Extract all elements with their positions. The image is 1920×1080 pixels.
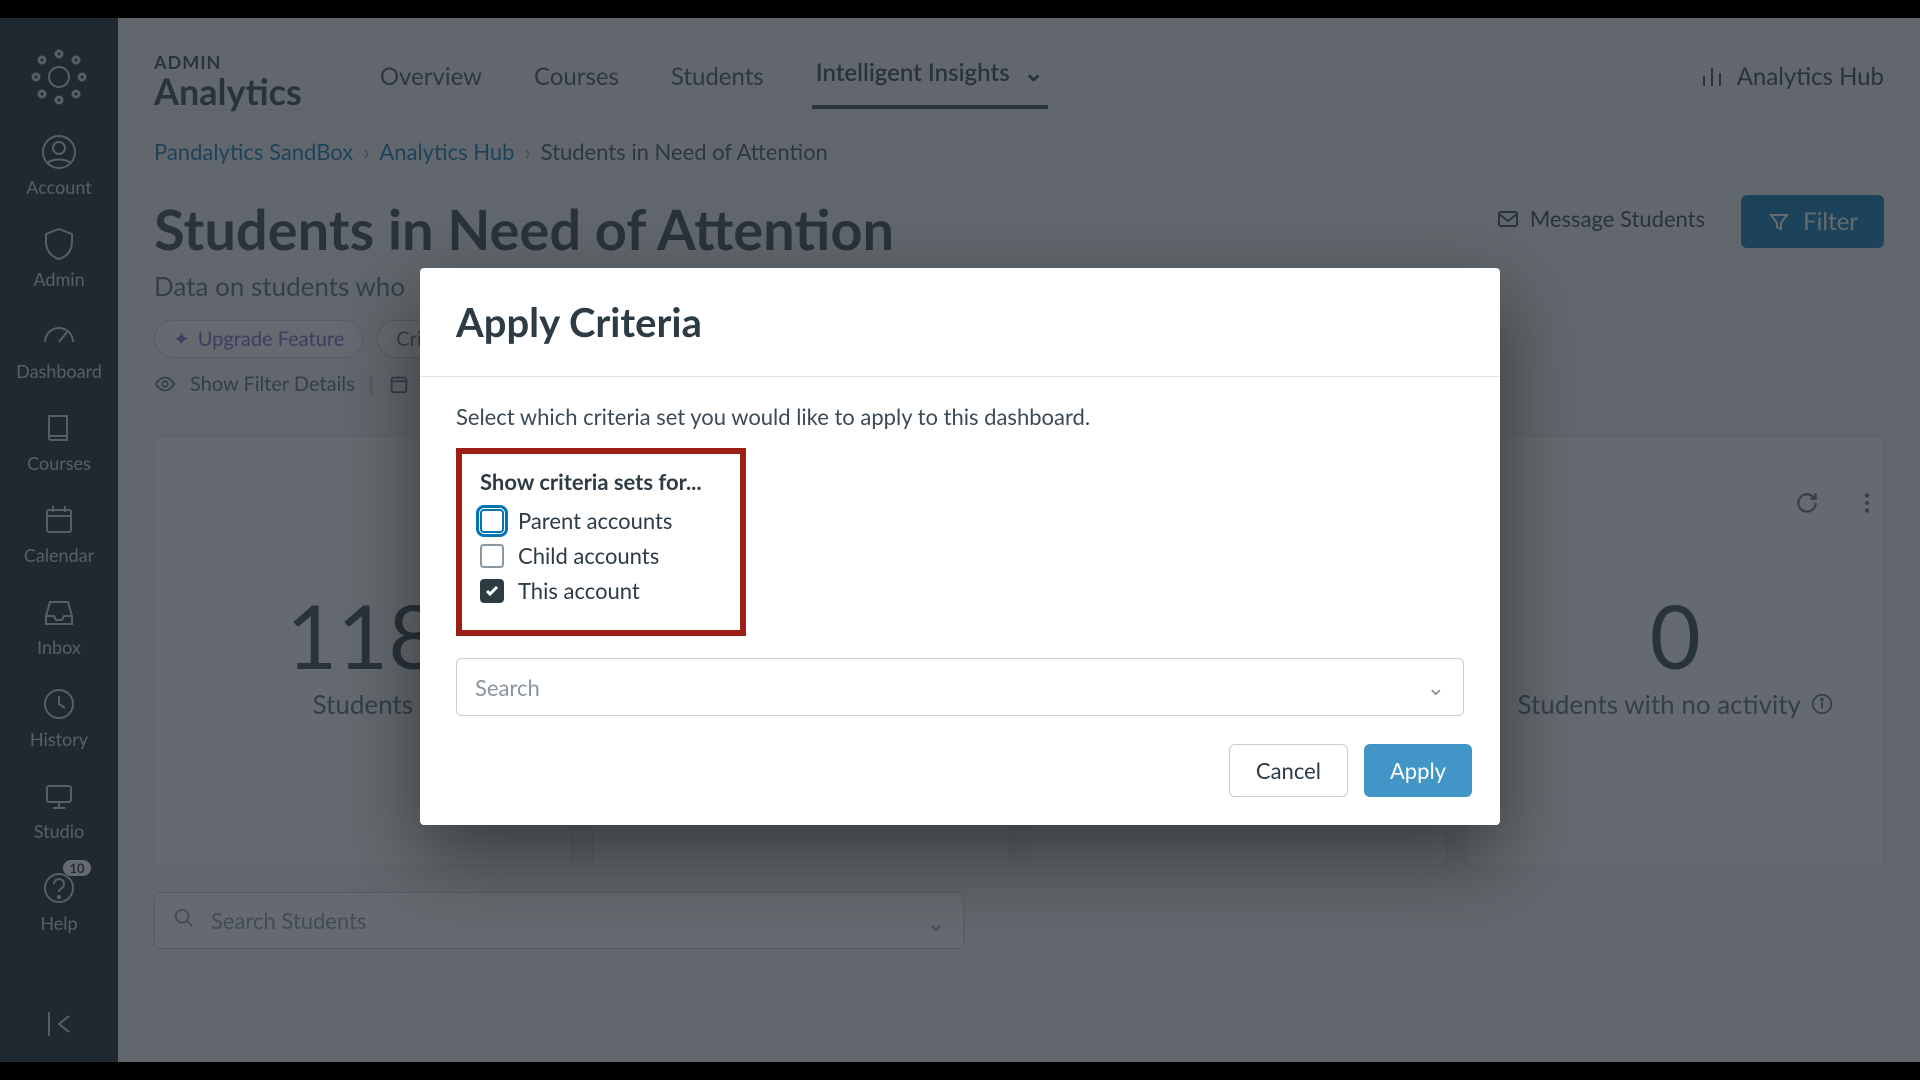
modal-title: Apply Criteria <box>456 298 1464 346</box>
app-root: Account Admin Dashboard Courses Calendar <box>0 18 1920 1062</box>
modal-description: Select which criteria set you would like… <box>456 403 1464 430</box>
apply-criteria-modal: Apply Criteria Select which criteria set… <box>420 268 1500 825</box>
apply-button[interactable]: Apply <box>1364 744 1472 797</box>
checkbox-parent-accounts[interactable]: Parent accounts <box>480 507 722 534</box>
checkbox-this-account[interactable]: This account <box>480 577 722 604</box>
criteria-sets-header: Show criteria sets for... <box>480 468 722 495</box>
checkbox-checked-icon <box>480 579 504 603</box>
checkbox-child-accounts[interactable]: Child accounts <box>480 542 722 569</box>
cancel-button[interactable]: Cancel <box>1229 744 1348 797</box>
checkbox-icon <box>480 544 504 568</box>
criteria-sets-highlight: Show criteria sets for... Parent account… <box>456 448 746 636</box>
checkbox-icon <box>480 509 504 533</box>
chevron-down-icon: ⌄ <box>1427 673 1445 701</box>
criteria-search-dropdown[interactable]: Search ⌄ <box>456 658 1464 716</box>
modal-overlay[interactable]: Apply Criteria Select which criteria set… <box>0 18 1920 1062</box>
